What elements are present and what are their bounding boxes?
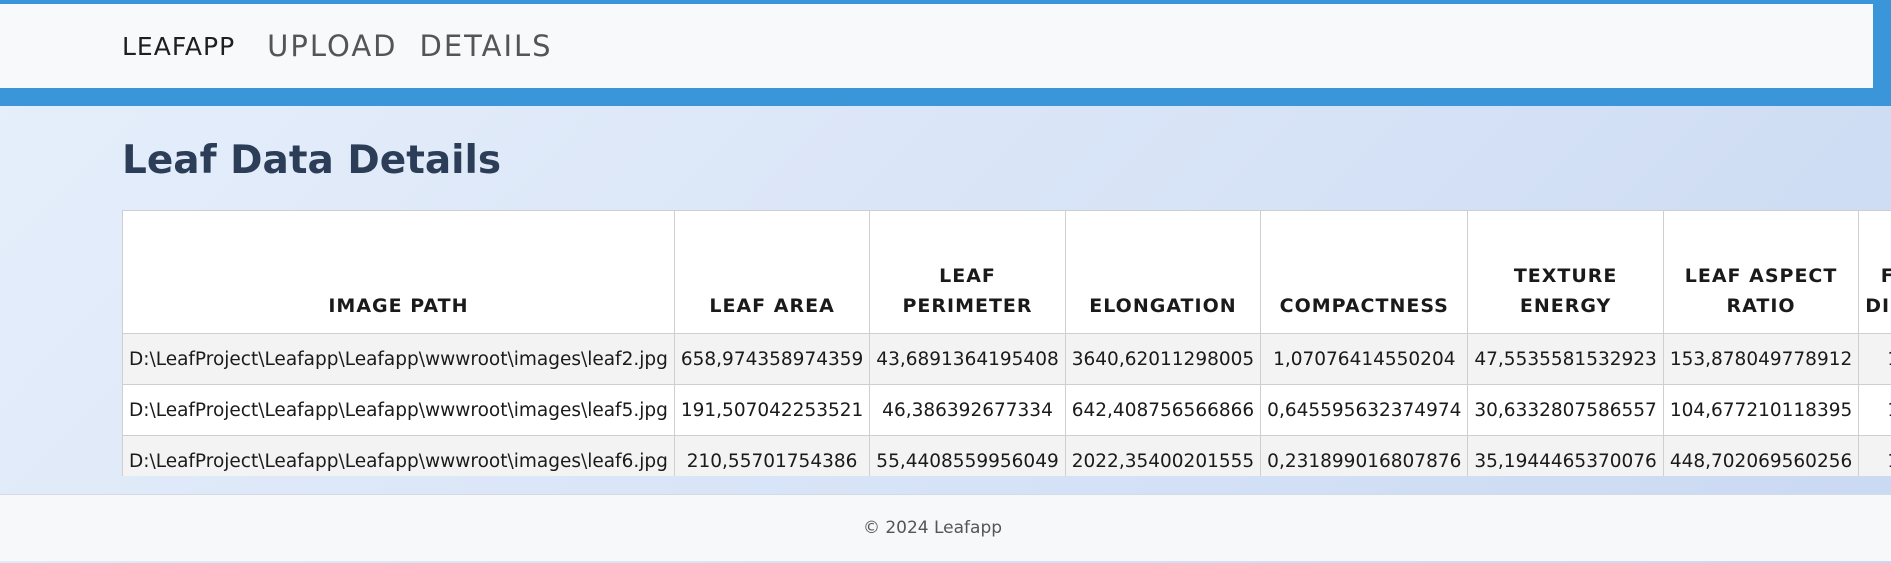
header-texture-energy: TEXTURE ENERGY bbox=[1467, 210, 1664, 334]
cell-fractal-dimension: 1,741296 bbox=[1858, 384, 1891, 436]
cell-texture-energy: 30,6332807586557 bbox=[1467, 384, 1664, 436]
cell-image-path: D:\LeafProject\Leafapp\Leafapp\wwwroot\i… bbox=[122, 333, 675, 385]
table-row: D:\LeafProject\Leafapp\Leafapp\wwwroot\i… bbox=[122, 435, 1891, 476]
footer-copyright: © 2024 Leafapp bbox=[862, 518, 1003, 538]
header-fractal-dimension: FRACTAL DIMENSION bbox=[1858, 210, 1891, 334]
header-compactness: COMPACTNESS bbox=[1260, 210, 1469, 334]
brand-link[interactable]: LEAFAPP bbox=[122, 32, 235, 61]
nav-link-details[interactable]: DETAILS bbox=[420, 29, 553, 63]
footer: © 2024 Leafapp bbox=[0, 494, 1891, 561]
header-image-path: IMAGE PATH bbox=[122, 210, 675, 334]
leaf-data-table: IMAGE PATH LEAF AREA LEAF PERIMETER ELON… bbox=[122, 210, 1891, 476]
cell-leaf-perimeter: 43,6891364195408 bbox=[869, 333, 1066, 385]
cell-compactness: 1,07076414550204 bbox=[1260, 333, 1469, 385]
table-header-row: IMAGE PATH LEAF AREA LEAF PERIMETER ELON… bbox=[122, 210, 1891, 334]
cell-fractal-dimension: 1,702619 bbox=[1858, 333, 1891, 385]
cell-image-path: D:\LeafProject\Leafapp\Leafapp\wwwroot\i… bbox=[122, 384, 675, 436]
table-row: D:\LeafProject\Leafapp\Leafapp\wwwroot\i… bbox=[122, 384, 1891, 436]
page-title: Leaf Data Details bbox=[122, 138, 502, 183]
cell-leaf-area: 210,55701754386 bbox=[673, 435, 871, 476]
cell-leaf-aspect-ratio: 104,677210118395 bbox=[1662, 384, 1860, 436]
header-leaf-aspect-ratio: LEAF ASPECT RATIO bbox=[1662, 210, 1860, 334]
cell-fractal-dimension: 1,730139 bbox=[1858, 435, 1891, 476]
cell-leaf-area: 658,974358974359 bbox=[673, 333, 871, 385]
cell-leaf-perimeter: 55,4408559956049 bbox=[869, 435, 1066, 476]
table-row: D:\LeafProject\Leafapp\Leafapp\wwwroot\i… bbox=[122, 333, 1891, 385]
header-leaf-perimeter: LEAF PERIMETER bbox=[869, 210, 1066, 334]
cell-compactness: 0,231899016807876 bbox=[1260, 435, 1469, 476]
cell-compactness: 0,645595632374974 bbox=[1260, 384, 1469, 436]
cell-elongation: 3640,62011298005 bbox=[1064, 333, 1262, 385]
cell-leaf-aspect-ratio: 153,878049778912 bbox=[1662, 333, 1860, 385]
navbar: LEAFAPP UPLOAD DETAILS bbox=[0, 4, 1873, 88]
cell-leaf-area: 191,507042253521 bbox=[673, 384, 871, 436]
table-container: IMAGE PATH LEAF AREA LEAF PERIMETER ELON… bbox=[122, 210, 1891, 476]
cell-elongation: 642,408756566866 bbox=[1064, 384, 1262, 436]
cell-leaf-perimeter: 46,386392677334 bbox=[869, 384, 1066, 436]
cell-leaf-aspect-ratio: 448,702069560256 bbox=[1662, 435, 1860, 476]
cell-texture-energy: 35,1944465370076 bbox=[1467, 435, 1664, 476]
cell-elongation: 2022,35400201555 bbox=[1064, 435, 1262, 476]
header-leaf-area: LEAF AREA bbox=[673, 210, 871, 334]
cell-image-path: D:\LeafProject\Leafapp\Leafapp\wwwroot\i… bbox=[122, 435, 675, 476]
nav-link-upload[interactable]: UPLOAD bbox=[267, 29, 397, 63]
cell-texture-energy: 47,5535581532923 bbox=[1467, 333, 1664, 385]
header-elongation: ELONGATION bbox=[1064, 210, 1262, 334]
